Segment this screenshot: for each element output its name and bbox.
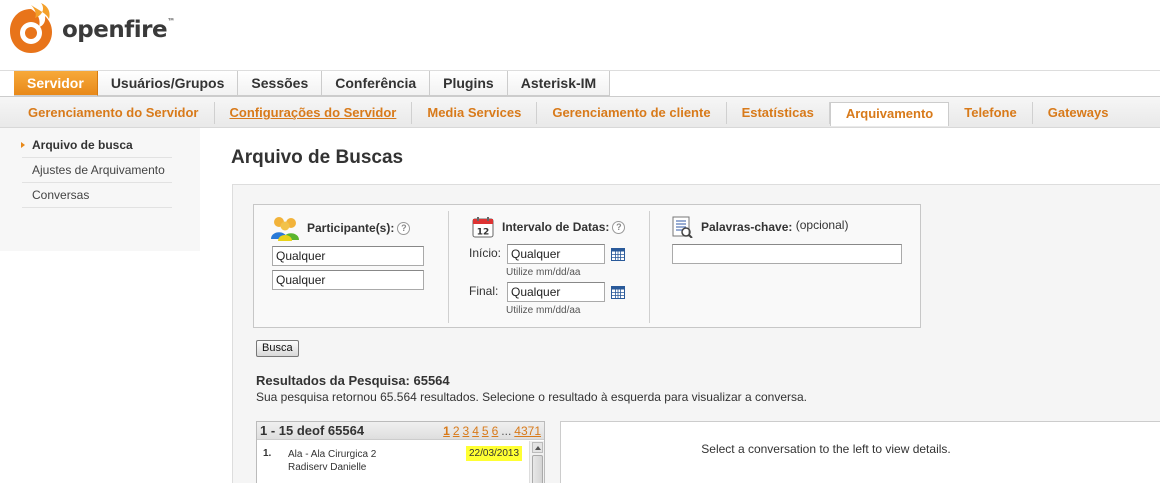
calendar-icon: 12 [472,217,494,238]
subtab-gerenciamento-servidor[interactable]: Gerenciamento do Servidor [0,102,215,124]
page-link-2[interactable]: 2 [453,424,460,438]
sidebar-item-conversas[interactable]: Conversas [22,183,172,208]
end-date-input[interactable] [507,282,605,302]
logo-text: openfire™ [62,17,175,43]
tab-asterisk-im[interactable]: Asterisk-IM [507,71,611,96]
date-picker-icon[interactable] [611,286,625,299]
page-link-3[interactable]: 3 [463,424,470,438]
sidebar: Arquivo de busca Ajustes de Arquivamento… [0,128,200,251]
result-date: 22/03/2013 [466,446,523,461]
subtab-media-services[interactable]: Media Services [412,102,538,124]
end-date-hint: Utilize mm/dd/aa [506,305,581,316]
end-date-label: Final: [469,284,499,298]
main-tabs: Servidor Usuários/Grupos Sessões Conferê… [0,70,1160,96]
page-link-4[interactable]: 4 [472,424,479,438]
keywords-label: Palavras-chave: (opcional) [701,218,849,234]
participants-label: Participante(s):? [307,221,411,236]
start-date-label: Início: [469,246,502,260]
search-button[interactable]: Busca [256,340,299,357]
start-date-hint: Utilize mm/dd/aa [506,267,581,278]
sub-tabs: Gerenciamento do Servidor Configurações … [0,96,1160,128]
sidebar-item-label: Arquivo de busca [32,138,133,152]
page-link-5[interactable]: 5 [482,424,489,438]
help-icon[interactable]: ? [397,222,411,236]
tab-plugins[interactable]: Plugins [430,71,508,96]
results-list: 1 - 15 deof 65564 1 2 3 4 5 6 ... 4371 1… [256,421,545,483]
arrow-right-icon [21,142,25,148]
subtab-gateways[interactable]: Gateways [1033,102,1124,124]
start-date-input[interactable] [507,244,605,264]
subtab-gerenciamento-cliente[interactable]: Gerenciamento de cliente [537,102,727,124]
result-number: 1. [263,448,272,459]
subtab-configuracoes-servidor[interactable]: Configurações do Servidor [215,102,413,124]
search-form: Participante(s):? 12 Intervalo de Datas:… [253,204,921,328]
tab-servidor[interactable]: Servidor [14,71,98,96]
date-range-label: Intervalo de Datas:? [502,220,626,235]
pagination: 1 2 3 4 5 6 ... 4371 [443,424,541,438]
page-link-1[interactable]: 1 [443,424,450,438]
results-range: 1 - 15 deof 65564 [260,423,365,438]
result-participants: Ala - Ala Cirurgica 2 Radiserv Danielle [288,449,377,473]
keywords-input[interactable] [672,244,902,264]
tab-sessoes[interactable]: Sessões [238,71,323,96]
participant-1-input[interactable] [272,246,424,266]
help-icon[interactable]: ? [612,221,626,235]
tab-usuarios-grupos[interactable]: Usuários/Grupos [97,71,239,96]
users-icon [271,217,299,241]
column-divider [649,211,650,323]
page-title: Arquivo de Buscas [231,147,404,168]
participant-2-input[interactable] [272,270,424,290]
subtab-arquivamento[interactable]: Arquivamento [829,102,950,126]
svg-text:12: 12 [477,228,490,238]
flame-logo-icon [10,3,52,53]
subtab-estatisticas[interactable]: Estatísticas [727,102,830,124]
result-row[interactable]: 1. Ala - Ala Cirurgica 2 Radiserv Daniel… [257,441,529,481]
sidebar-item-arquivo-de-busca[interactable]: Arquivo de busca [21,133,172,158]
subtab-telefone[interactable]: Telefone [949,102,1033,124]
openfire-logo[interactable]: openfire™ [8,2,175,56]
scroll-thumb[interactable] [532,455,543,483]
results-title: Resultados da Pesquisa: 65564 [256,373,450,388]
scroll-up-arrow-icon[interactable] [532,442,543,453]
results-description: Sua pesquisa retornou 65.564 resultados.… [256,390,808,404]
column-divider [448,211,449,323]
pagination-ellipsis: ... [501,424,512,438]
results-scrollbar[interactable] [529,441,544,483]
sidebar-item-ajustes-arquivamento[interactable]: Ajustes de Arquivamento [22,158,172,183]
tab-conferencia[interactable]: Conferência [322,71,431,96]
details-placeholder: Select a conversation to the left to vie… [701,442,951,456]
sidebar-item-label: Conversas [32,188,90,202]
page-link-6[interactable]: 6 [492,424,499,438]
page-link-last[interactable]: 4371 [514,424,541,438]
results-header: 1 - 15 deof 65564 1 2 3 4 5 6 ... 4371 [257,422,544,440]
date-picker-icon[interactable] [611,248,625,261]
conversation-details-pane: Select a conversation to the left to vie… [560,421,1160,483]
sidebar-item-label: Ajustes de Arquivamento [32,163,165,177]
keywords-document-icon [672,216,693,238]
